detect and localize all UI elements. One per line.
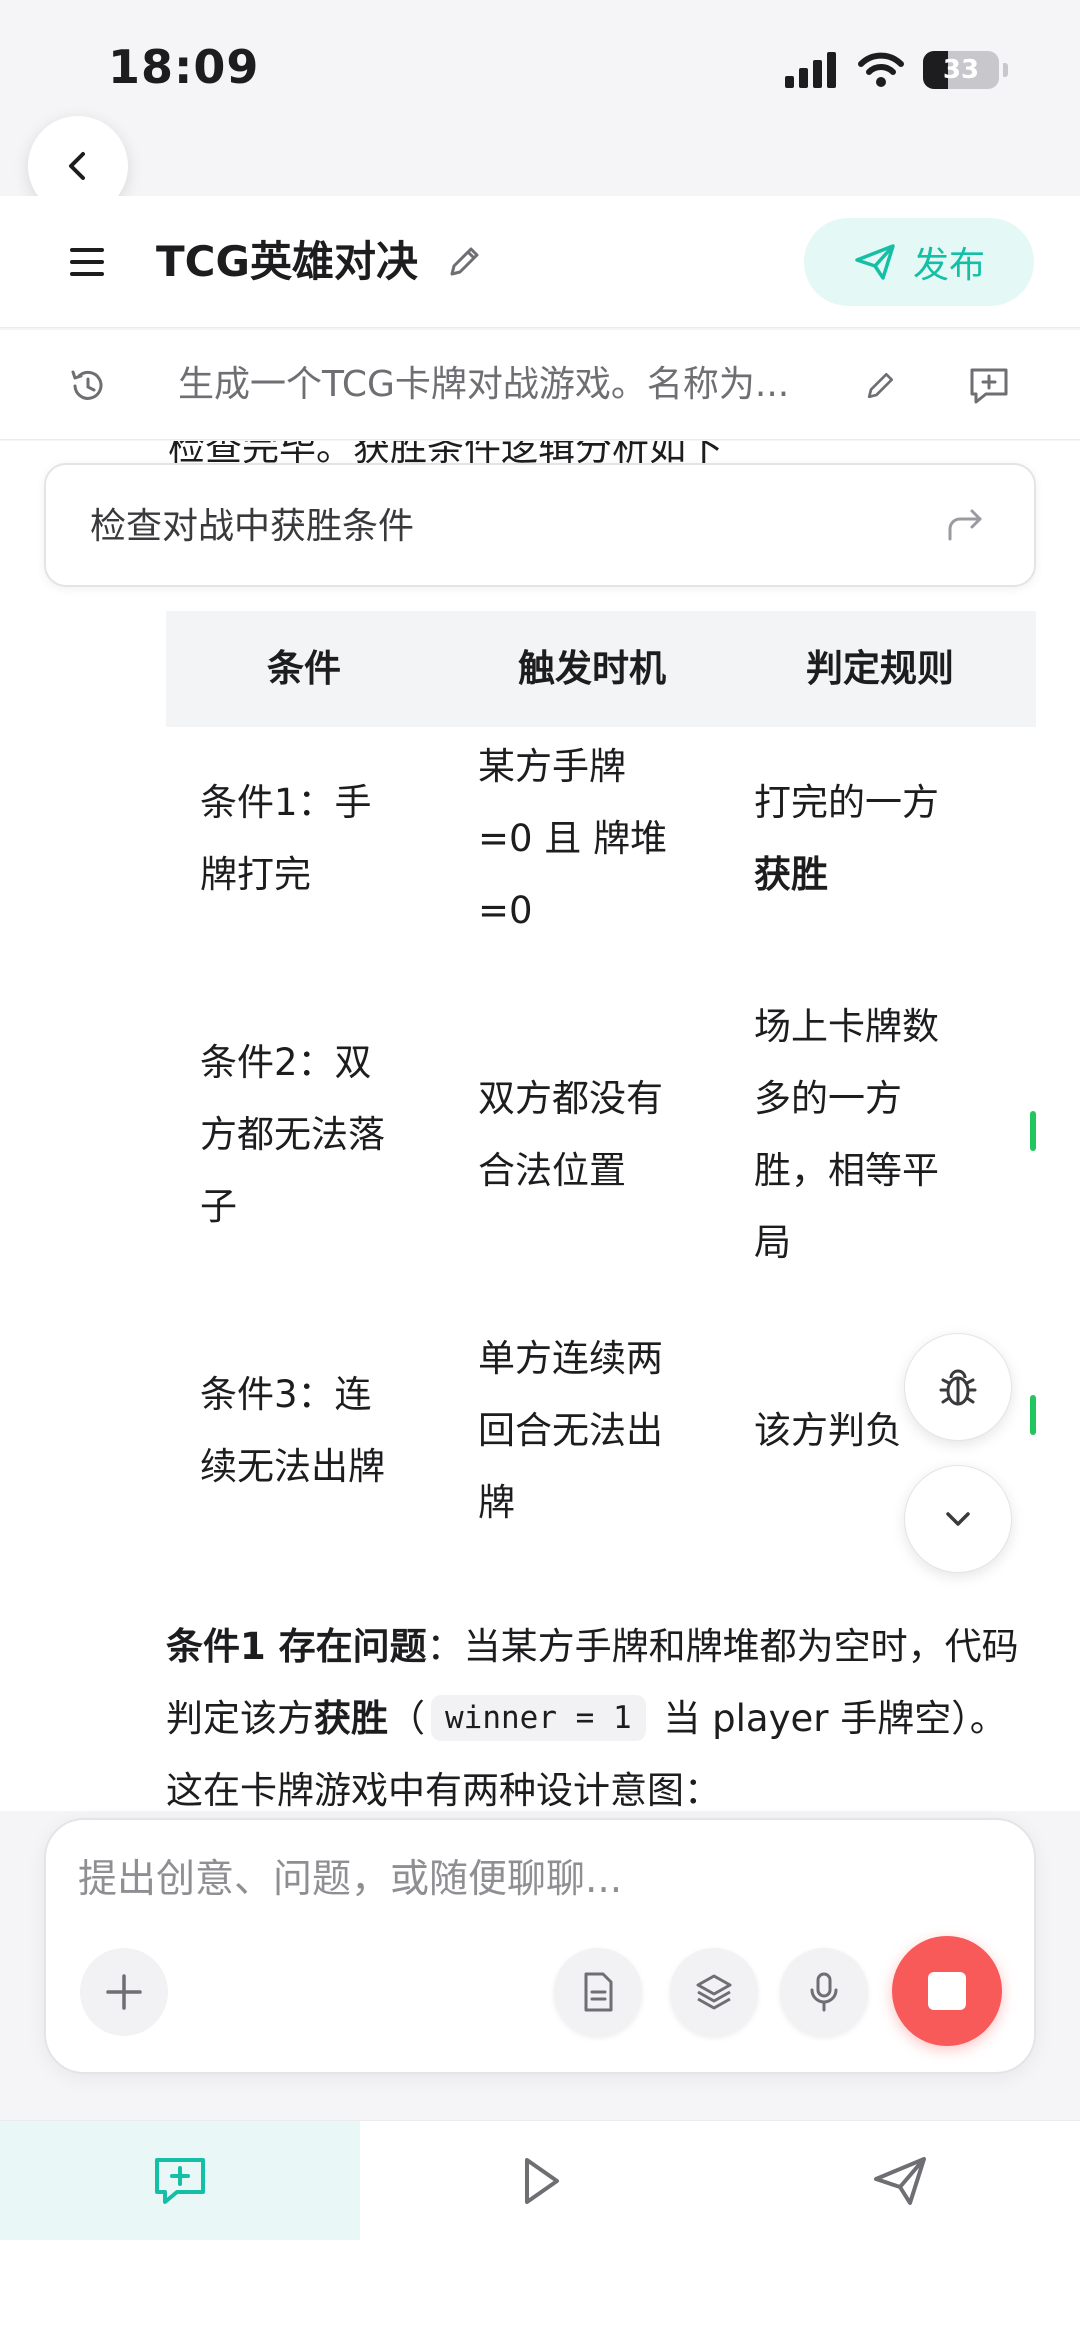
table-cell: 牌	[478, 1481, 515, 1524]
stop-icon	[928, 1972, 966, 2010]
table-cell: 续无法出牌	[200, 1445, 385, 1488]
header: TCG英雄对决 发布	[0, 196, 1080, 328]
document-icon	[584, 1972, 613, 2012]
battery-level: 33	[942, 55, 980, 85]
emphasis-text: 获胜	[314, 1697, 388, 1740]
send-icon	[855, 244, 895, 280]
app-title: TCG英雄对决	[156, 237, 418, 286]
share-icon[interactable]	[946, 507, 986, 543]
layers-icon	[696, 1974, 732, 2010]
status-bar: 18:09 33	[0, 0, 1080, 130]
table-cell: 子	[200, 1185, 237, 1228]
menu-icon[interactable]	[68, 244, 108, 280]
home-indicator-area	[0, 2240, 1080, 2337]
send-icon	[874, 2157, 926, 2205]
table-cell: =0 且 牌堆	[478, 817, 668, 860]
edit-icon[interactable]	[862, 368, 898, 404]
wifi-icon	[858, 52, 904, 87]
status-time: 18:09	[108, 40, 260, 94]
status-indicators: 33	[785, 48, 1008, 92]
tool-call-label: 检查对战中获胜条件	[90, 506, 415, 547]
nav-chat[interactable]	[0, 2121, 360, 2241]
table-cell: =0	[478, 889, 533, 932]
table-cell: 条件1：手	[200, 781, 372, 824]
table-cell: 局	[754, 1221, 791, 1264]
table-cell: 条件2：双	[200, 1041, 372, 1084]
table-cell: 该方判负	[754, 1409, 902, 1452]
table-cell: 单方连续两	[478, 1337, 663, 1380]
prompt-bar: 生成一个TCG卡牌对战游戏。名称为...	[0, 330, 1080, 440]
publish-button[interactable]: 发布	[804, 218, 1034, 306]
table-cell: 某方手牌	[478, 745, 626, 788]
table-cell: 双方都没有	[478, 1077, 663, 1120]
back-icon	[69, 152, 85, 180]
bug-icon	[939, 1369, 977, 1406]
prompt-summary[interactable]: 生成一个TCG卡牌对战游戏。名称为...	[178, 358, 838, 412]
nav-play[interactable]	[360, 2121, 720, 2241]
signal-icon	[785, 52, 836, 88]
column-header: 判定规则	[806, 647, 954, 690]
history-icon[interactable]	[68, 366, 108, 406]
table-cell: 方都无法落	[200, 1113, 385, 1156]
chat-content[interactable]: 检查完毕。获胜条件逻辑分析如下 检查对战中获胜条件 条件 触发时机 判定规则 条…	[0, 441, 1080, 1811]
app-root: 18:09 33 TCG英雄对决 发布 生成一个TCG卡牌对战游戏。名称为...…	[0, 0, 1080, 2337]
analysis-paragraph: 条件1 存在问题：当某方手牌和牌堆都为空时，代码判定该方获胜（ winner = …	[166, 1611, 1026, 1811]
scroll-down-button[interactable]	[904, 1465, 1012, 1573]
table-cell: 回合无法出	[478, 1409, 663, 1452]
column-header: 触发时机	[518, 647, 666, 690]
column-header: 条件	[267, 647, 341, 690]
message-input[interactable]	[78, 1844, 978, 1914]
table-header: 条件 触发时机 判定规则	[166, 611, 1036, 727]
emphasis-text: 条件1 存在问题	[166, 1625, 427, 1668]
layers-button[interactable]	[670, 1948, 758, 2036]
table-cell: 胜，相等平	[754, 1149, 939, 1192]
nav-publish[interactable]	[720, 2121, 1080, 2241]
status-marker	[1030, 1395, 1036, 1435]
stop-button[interactable]	[892, 1936, 1002, 2046]
document-button[interactable]	[554, 1948, 642, 2036]
add-button[interactable]	[80, 1948, 168, 2036]
paragraph-text: （	[388, 1697, 425, 1740]
publish-label: 发布	[912, 245, 985, 286]
table-cell: 打完的一方	[754, 781, 939, 824]
table-cell: 多的一方	[754, 1077, 902, 1120]
play-icon	[525, 2158, 559, 2204]
table-cell: 合法位置	[478, 1149, 626, 1192]
bottom-nav	[0, 2120, 1080, 2241]
debug-button[interactable]	[904, 1333, 1012, 1441]
chevron-down-icon	[946, 1512, 970, 1526]
microphone-icon	[810, 1972, 838, 2012]
inline-code: winner = 1	[431, 1695, 646, 1741]
composer	[44, 1818, 1036, 2074]
new-chat-icon[interactable]	[966, 364, 1012, 408]
chat-icon	[155, 2158, 205, 2204]
plus-icon	[106, 1974, 142, 2010]
table-cell: 场上卡牌数	[754, 1005, 939, 1048]
status-marker	[1030, 1111, 1036, 1151]
tool-call-card[interactable]: 检查对战中获胜条件	[44, 463, 1036, 587]
table-cell: 牌打完	[200, 853, 311, 896]
table-cell: 获胜	[754, 853, 828, 896]
table-cell: 条件3：连	[200, 1373, 372, 1416]
battery-icon: 33	[923, 51, 999, 89]
edit-icon[interactable]	[444, 242, 484, 282]
voice-button[interactable]	[780, 1948, 868, 2036]
